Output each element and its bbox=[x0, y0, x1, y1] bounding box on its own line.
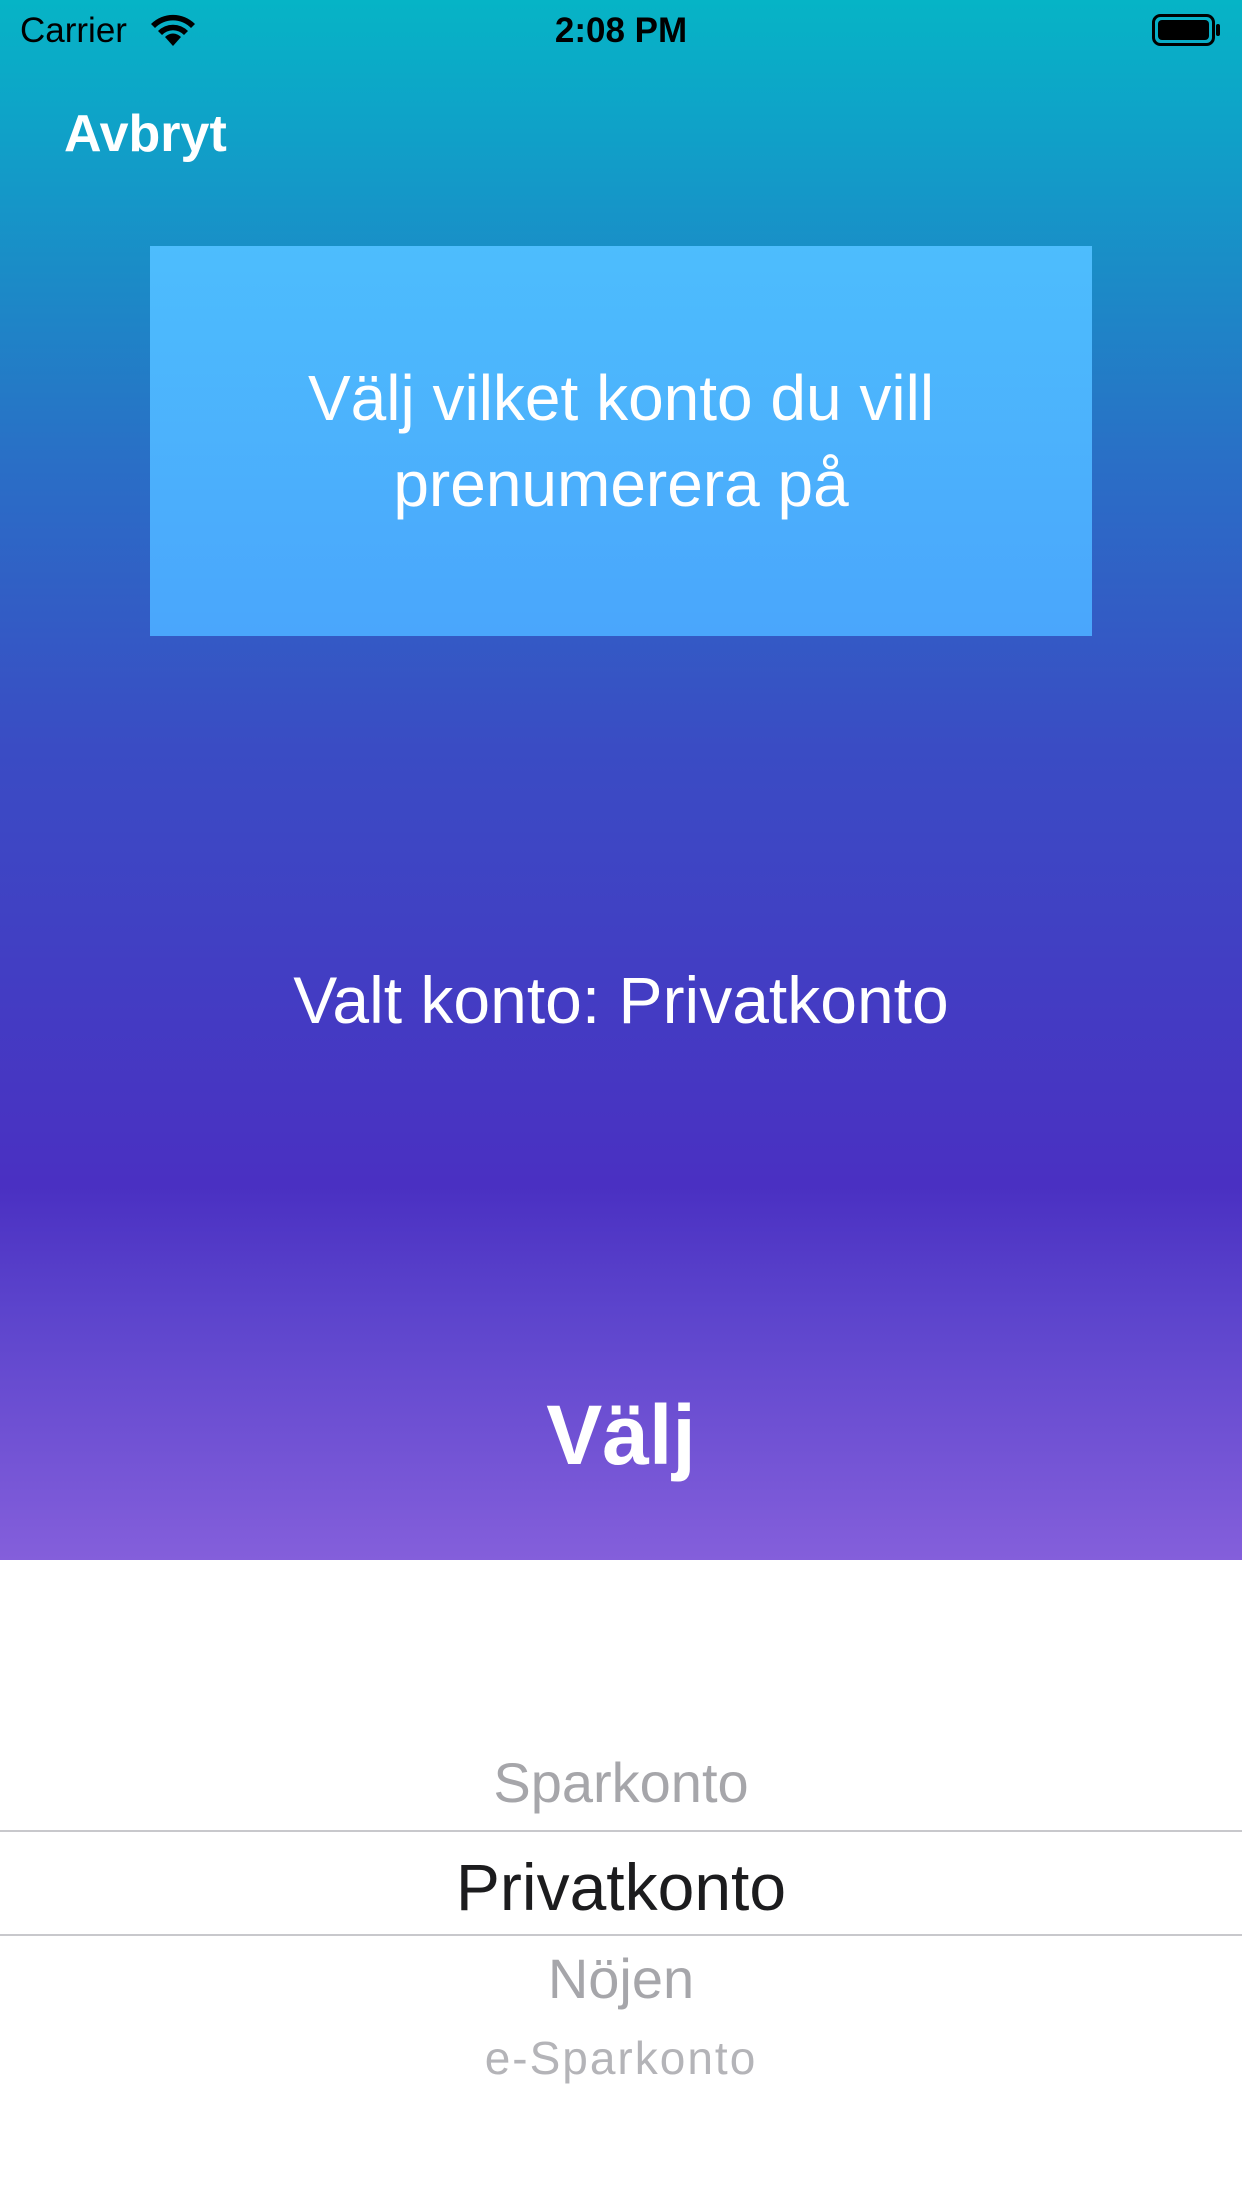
cancel-button[interactable]: Avbryt bbox=[64, 102, 227, 166]
picker-option-privatkonto-selected[interactable]: Privatkonto bbox=[0, 1845, 1242, 1929]
account-picker[interactable]: Sparkonto Privatkonto Nöjen e-Sparkonto bbox=[0, 1560, 1242, 2208]
picker-selection-bottom-divider bbox=[0, 1934, 1242, 1936]
choose-button[interactable]: Välj bbox=[471, 1380, 771, 1490]
status-bar: Carrier 2:08 PM bbox=[0, 0, 1242, 60]
picker-selection-top-divider bbox=[0, 1830, 1242, 1832]
selected-account-label: Valt konto: Privatkonto bbox=[293, 963, 949, 1037]
picker-option-sparkonto[interactable]: Sparkonto bbox=[0, 1748, 1242, 1818]
screen: Carrier 2:08 PM Avbryt Välj vilket konto… bbox=[0, 0, 1242, 2208]
prompt-text: Välj vilket konto du vill prenumerera på bbox=[307, 362, 935, 520]
picker-option-e-sparkonto[interactable]: e-Sparkonto bbox=[0, 2030, 1242, 2086]
prompt-banner: Välj vilket konto du vill prenumerera på bbox=[150, 246, 1092, 636]
status-time: 2:08 PM bbox=[554, 11, 688, 50]
picker-option-nojen[interactable]: Nöjen bbox=[0, 1944, 1242, 2014]
gradient-background: Carrier 2:08 PM Avbryt Välj vilket konto… bbox=[0, 0, 1242, 1560]
battery-icon bbox=[1152, 14, 1220, 46]
